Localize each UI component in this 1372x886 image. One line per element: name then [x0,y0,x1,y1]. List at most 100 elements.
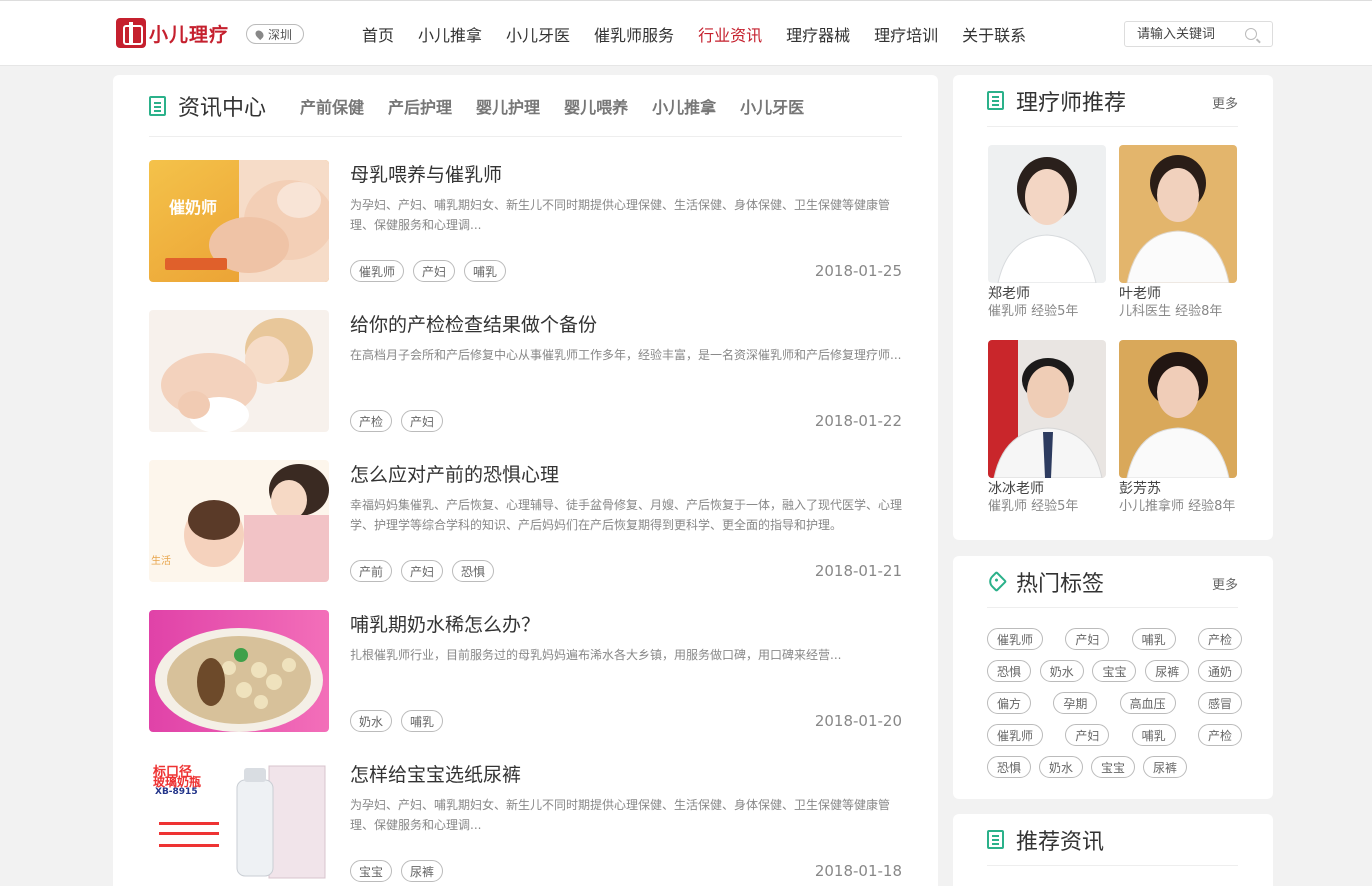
hot-tag[interactable]: 奶水 [1039,660,1084,682]
therapist-photo[interactable] [988,145,1106,283]
section-title: 资讯中心 [178,95,267,121]
article-thumbnail[interactable] [149,610,329,732]
tab-infant-feeding[interactable]: 婴儿喂养 [564,94,628,118]
article-tag[interactable]: 宝宝 [350,860,393,882]
panel-title: 推荐资讯 [1016,829,1105,855]
article-tag[interactable]: 产检 [350,410,393,432]
nav-item-child-massage[interactable]: 小儿推拿 [406,22,494,46]
article-item[interactable]: 给你的产检检查结果做个备份 在高档月子会所和产后修复中心从事催乳师工作多年，经验… [149,310,902,432]
hot-tag[interactable]: 产检 [1197,628,1242,650]
therapist-card[interactable]: 叶老师 儿科医生 经验8年 [1119,145,1237,321]
hot-tag[interactable]: 哺乳 [1131,724,1176,746]
nav-item-home[interactable]: 首页 [350,22,406,46]
article-thumbnail[interactable]: 生活 [149,460,329,582]
list-icon [987,830,1004,849]
hot-tag[interactable]: 催乳师 [987,724,1044,746]
hot-tag[interactable]: 尿裤 [1145,660,1190,682]
nav-item-equipment[interactable]: 理疗器械 [774,22,862,46]
article-summary: 幸福妈妈集催乳、产后恢复、心理辅导、徒手盆骨修复、月嫂、产后恢复于一体，融入了现… [350,498,902,532]
article-item[interactable]: 生活 怎么应对产前的恐惧心理 幸福妈妈集催乳、产后恢复、心理辅导、徒手盆骨修复、… [149,460,902,582]
article-title[interactable]: 母乳喂养与催乳师 [350,160,502,187]
therapist-info: 小儿推拿师 经验8年 [1119,499,1236,514]
hot-tags-panel: 热门标签 更多 催乳师 产妇 哺乳 产检 恐惧 奶水 宝宝 尿裤 通奶 偏方 孕… [953,556,1273,799]
nav-item-contact[interactable]: 关于联系 [950,22,1038,46]
therapist-name: 叶老师 [1119,286,1161,302]
article-tag[interactable]: 产妇 [401,410,444,432]
article-tags: 催乳师 产妇 哺乳 [350,260,515,282]
site-logo[interactable]: 小儿理疗 [116,18,229,48]
nav-item-lactation-service[interactable]: 催乳师服务 [582,22,686,46]
hot-tag[interactable]: 宝宝 [1092,660,1137,682]
hot-tag[interactable]: 恐惧 [987,660,1032,682]
hot-tag[interactable]: 感冒 [1197,692,1242,714]
hot-tags-header: 热门标签 更多 [985,556,1238,608]
city-selector[interactable]: 深圳 [246,24,305,44]
more-link[interactable]: 更多 [1212,574,1238,593]
article-title[interactable]: 怎样给宝宝选纸尿裤 [350,760,521,787]
article-tag[interactable]: 恐惧 [452,560,495,582]
nav-item-training[interactable]: 理疗培训 [862,22,950,46]
hot-tag[interactable]: 催乳师 [987,628,1044,650]
article-tag[interactable]: 哺乳 [401,710,444,732]
nav-item-child-dentist[interactable]: 小儿牙医 [494,22,582,46]
article-tag[interactable]: 产前 [350,560,393,582]
hot-tag[interactable]: 产妇 [1065,628,1110,650]
tab-infant-care[interactable]: 婴儿护理 [476,94,540,118]
hot-tag[interactable]: 奶水 [1039,756,1084,778]
panel-title: 理疗师推荐 [1016,90,1127,116]
article-thumbnail[interactable]: 标口径 玻璃奶瓶 XB-8915 [149,760,329,882]
therapist-name: 冰冰老师 [988,481,1044,497]
hot-tag[interactable]: 偏方 [987,692,1032,714]
hot-tag[interactable]: 尿裤 [1143,756,1188,778]
hot-tag[interactable]: 产检 [1197,724,1242,746]
article-tags: 产检 产妇 [350,410,452,432]
hot-tag[interactable]: 恐惧 [987,756,1032,778]
thumbnail-caption: XB-8915 [155,787,198,797]
article-tag[interactable]: 奶水 [350,710,393,732]
hot-tag[interactable]: 产妇 [1065,724,1110,746]
hot-tag[interactable]: 通奶 [1197,660,1242,682]
thumbnail-caption: 生活 [151,556,171,567]
article-item[interactable]: 标口径 玻璃奶瓶 XB-8915 怎样给宝宝选纸尿裤 为孕妇、产妇、哺乳期妇女、… [149,760,902,882]
article-tags: 宝宝 尿裤 [350,860,452,882]
tab-child-massage[interactable]: 小儿推拿 [652,94,716,118]
hot-tag[interactable]: 高血压 [1119,692,1176,714]
article-title[interactable]: 哺乳期奶水稀怎么办？ [350,610,540,637]
tab-postpartum-care[interactable]: 产后护理 [388,94,452,118]
therapist-photo[interactable] [1119,340,1237,478]
hot-tag[interactable]: 孕期 [1053,692,1098,714]
article-title[interactable]: 给你的产检检查结果做个备份 [350,310,597,337]
therapist-card[interactable]: 冰冰老师 催乳师 经验5年 [988,340,1106,516]
nav-item-industry-news[interactable]: 行业资讯 [686,22,774,46]
article-tag[interactable]: 产妇 [401,560,444,582]
article-title[interactable]: 怎么应对产前的恐惧心理 [350,460,559,487]
article-tag[interactable]: 尿裤 [401,860,444,882]
tag-icon [985,570,1008,593]
tab-child-dentist[interactable]: 小儿牙医 [740,94,804,118]
article-item[interactable]: 催奶师 母乳喂养与催乳师 为孕妇、产妇、哺乳期妇女、新生儿不同时期提供心理保健、… [149,160,902,282]
search-icon[interactable] [1245,28,1257,40]
article-summary: 在高档月子会所和产后修复中心从事催乳师工作多年，经验丰富，是一名资深催乳师和产后… [350,348,902,362]
tag-row: 恐惧 奶水 宝宝 尿裤 通奶 [987,660,1242,682]
hot-tag[interactable]: 宝宝 [1091,756,1136,778]
article-tag[interactable]: 哺乳 [464,260,507,282]
article-item[interactable]: 哺乳期奶水稀怎么办？ 扎根催乳师行业，目前服务过的母乳妈妈遍布浠水各大乡镇，用服… [149,610,902,732]
article-thumbnail[interactable]: 催奶师 [149,160,329,282]
more-link[interactable]: 更多 [1212,93,1238,112]
tab-prenatal-care[interactable]: 产前保健 [300,94,364,118]
therapist-card[interactable]: 彭芳苏 小儿推拿师 经验8年 [1119,340,1237,516]
therapist-recommend-panel: 理疗师推荐 更多 郑老师 催乳师 经验5年 叶老师 儿科医生 经验8年 冰冰老师… [953,75,1273,540]
therapist-card[interactable]: 郑老师 催乳师 经验5年 [988,145,1106,321]
panel-title: 热门标签 [1016,571,1105,597]
hot-tag[interactable]: 哺乳 [1131,628,1176,650]
news-center: 资讯中心 产前保健 产后护理 婴儿护理 婴儿喂养 小儿推拿 小儿牙医 催奶师 母… [113,75,938,886]
article-tag[interactable]: 催乳师 [350,260,405,282]
therapist-photo[interactable] [988,340,1106,478]
search-input[interactable] [1137,26,1241,42]
therapist-name: 彭芳苏 [1119,481,1161,497]
therapist-info: 儿科医生 经验8年 [1119,304,1223,319]
article-thumbnail[interactable] [149,310,329,432]
therapist-photo[interactable] [1119,145,1237,283]
article-date: 2018-01-21 [814,562,902,580]
article-tag[interactable]: 产妇 [413,260,456,282]
